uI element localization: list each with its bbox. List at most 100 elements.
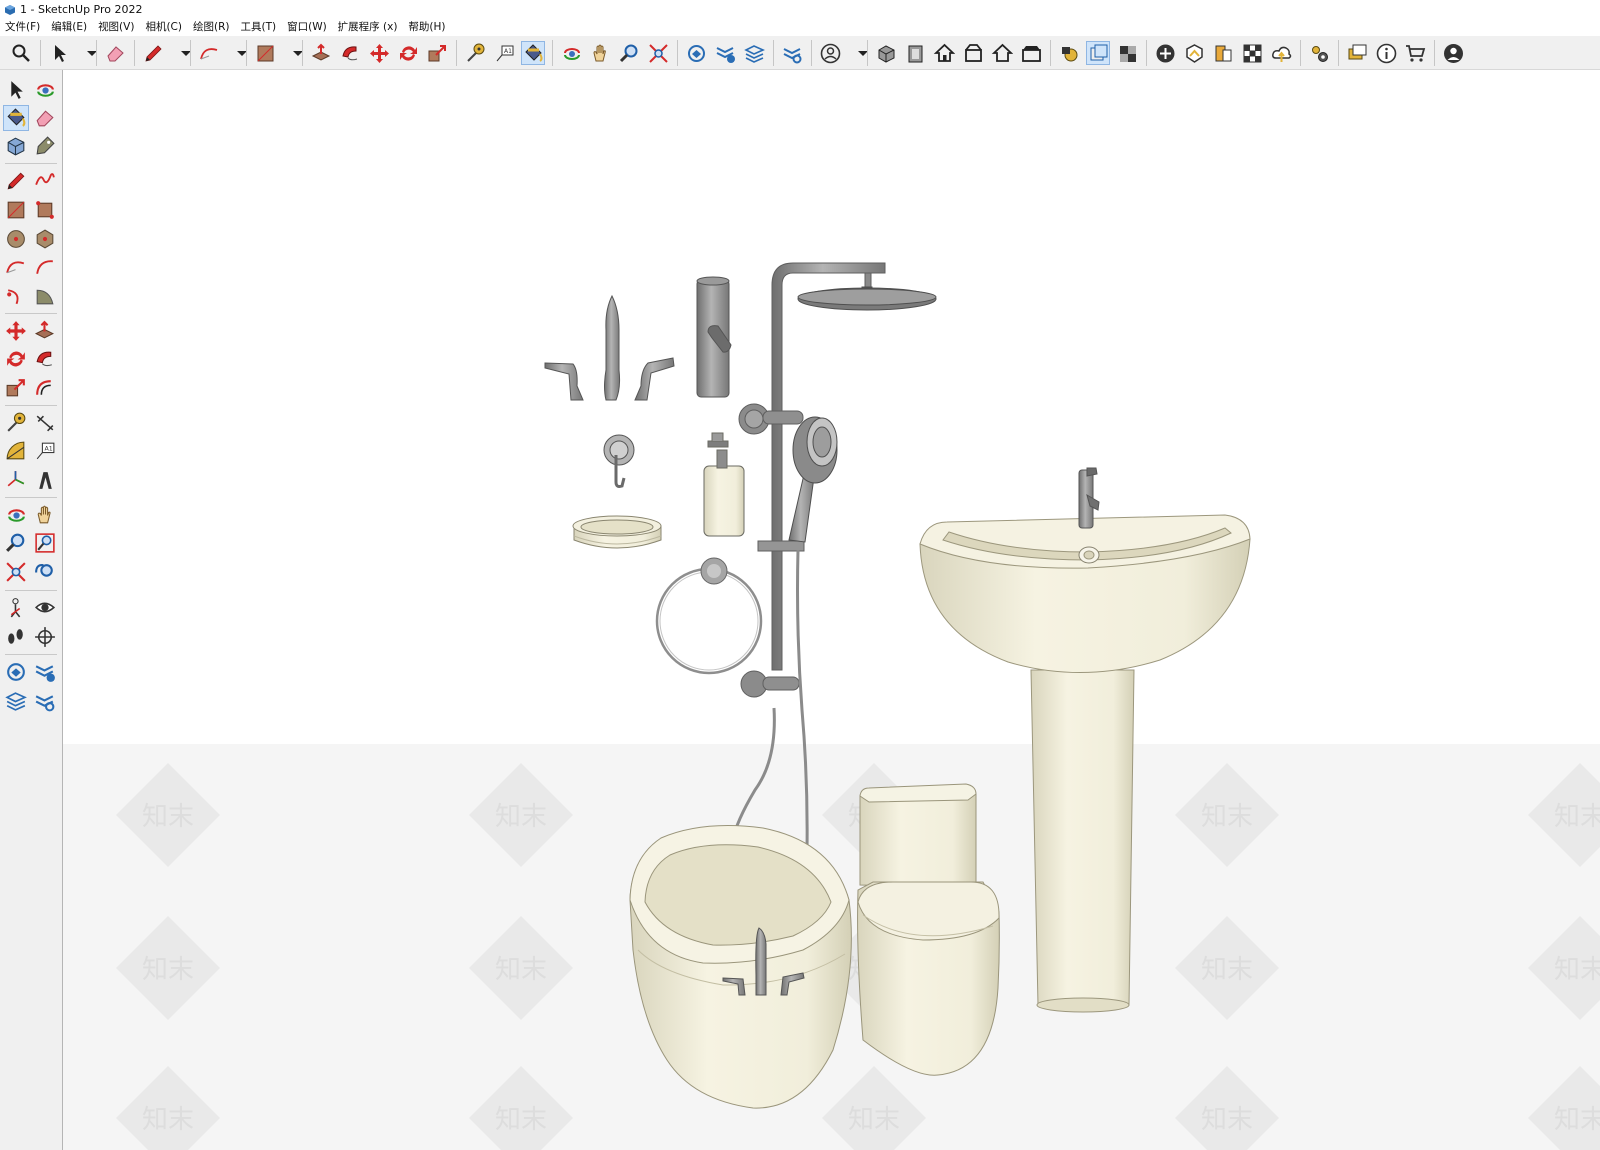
left-make-component-icon[interactable] — [4, 134, 28, 158]
left-extension-warehouse-icon[interactable] — [33, 660, 57, 684]
model-viewport[interactable]: 知末知末知末知末知末知末知末知末知末知末知末知末知末知末知末 — [63, 70, 1600, 1150]
soap-dish[interactable] — [572, 515, 662, 549]
left-eraser-icon[interactable] — [33, 106, 57, 130]
left-offset-icon[interactable] — [33, 376, 57, 400]
left-paint-bucket-icon[interactable] — [3, 105, 29, 131]
iso-view-icon[interactable] — [875, 42, 897, 64]
left-text-icon[interactable]: A1 — [33, 439, 57, 463]
warehouse-icon[interactable] — [685, 42, 707, 64]
left-protractor-icon[interactable] — [4, 439, 28, 463]
left-walk-icon[interactable] — [4, 625, 28, 649]
scene-canvas[interactable]: 知末知末知末知末知末知末知末知末知末知末知末知末知末知末知末 — [63, 70, 1600, 1150]
left-dimension-icon[interactable] — [33, 411, 57, 435]
model-info-icon[interactable] — [1058, 42, 1080, 64]
rotate-icon[interactable] — [397, 42, 419, 64]
menu-draw[interactable]: 绘图(R) — [193, 19, 230, 36]
left-tape-measure-icon[interactable] — [4, 411, 28, 435]
left-push-pull-icon[interactable] — [33, 319, 57, 343]
left-move-icon[interactable] — [4, 319, 28, 343]
eraser-icon[interactable] — [104, 42, 126, 64]
menu-view[interactable]: 视图(V) — [98, 19, 134, 36]
terrain-icon[interactable] — [1183, 42, 1205, 64]
left-freehand-icon[interactable] — [33, 169, 57, 193]
extension-warehouse-icon[interactable] — [714, 42, 736, 64]
rectangle-icon[interactable] — [254, 42, 276, 64]
left-orbit-icon[interactable] — [33, 78, 57, 102]
basin-faucet[interactable] — [696, 276, 732, 398]
menu-file[interactable]: 文件(F) — [5, 19, 40, 36]
left-warehouse-icon[interactable] — [4, 660, 28, 684]
paint-bucket-icon[interactable] — [521, 41, 545, 65]
menu-window[interactable]: 窗口(W) — [287, 19, 327, 36]
search-icon[interactable] — [10, 42, 32, 64]
dropdown-icon[interactable] — [171, 42, 191, 64]
info-icon[interactable] — [1375, 42, 1397, 64]
left-rotated-rectangle-icon[interactable] — [33, 198, 57, 222]
left-two-point-arc-icon[interactable] — [33, 255, 57, 279]
user-profile-icon[interactable] — [1442, 42, 1464, 64]
arc-icon[interactable] — [198, 42, 220, 64]
left-polygon-icon[interactable] — [33, 227, 57, 251]
left-axes-icon[interactable] — [4, 468, 28, 492]
left-section-plane-icon[interactable] — [33, 625, 57, 649]
photo-texture-icon[interactable] — [1212, 42, 1234, 64]
hand-shower[interactable] — [788, 416, 838, 543]
left-pencil-icon[interactable] — [4, 169, 28, 193]
menu-camera[interactable]: 相机(C) — [145, 19, 182, 36]
left-orbit-icon[interactable] — [4, 503, 28, 527]
follow-me-icon[interactable] — [339, 42, 361, 64]
tape-measure-icon[interactable] — [464, 42, 486, 64]
menu-edit[interactable]: 编辑(E) — [51, 19, 87, 36]
menu-extensions[interactable]: 扩展程序 (x) — [338, 19, 398, 36]
top-view-icon[interactable] — [933, 42, 955, 64]
towel-ring[interactable] — [655, 557, 763, 675]
left-view-icon[interactable] — [1020, 42, 1042, 64]
move-icon[interactable] — [368, 42, 390, 64]
left-three-point-arc-icon[interactable] — [4, 284, 28, 308]
zoom-icon[interactable] — [618, 42, 640, 64]
add-location-icon[interactable] — [1154, 42, 1176, 64]
left-tag-icon[interactable] — [33, 134, 57, 158]
zoom-extents-icon[interactable] — [647, 42, 669, 64]
back-view-icon[interactable] — [991, 42, 1013, 64]
account-icon[interactable] — [819, 42, 841, 64]
scale-icon[interactable] — [426, 42, 448, 64]
left-rotate-icon[interactable] — [4, 347, 28, 371]
cloud-icon[interactable] — [1270, 42, 1292, 64]
layout-icon[interactable] — [743, 42, 765, 64]
orbit-icon[interactable] — [560, 42, 582, 64]
soap-dispenser[interactable] — [703, 432, 745, 537]
select-icon[interactable] — [48, 42, 70, 64]
menu-help[interactable]: 帮助(H) — [408, 19, 445, 36]
left-previous-view-icon[interactable] — [33, 560, 57, 584]
right-view-icon[interactable] — [962, 42, 984, 64]
pan-icon[interactable] — [589, 42, 611, 64]
left-zoom-window-icon[interactable] — [33, 531, 57, 555]
chat-icon[interactable] — [1346, 42, 1368, 64]
text-label-icon[interactable]: A1 — [493, 42, 515, 64]
left-zoom-icon[interactable] — [4, 531, 28, 555]
materials-icon[interactable] — [1116, 42, 1138, 64]
left-circle-icon[interactable] — [4, 227, 28, 251]
front-view-icon[interactable] — [904, 42, 926, 64]
robe-hook[interactable] — [603, 434, 635, 488]
extension-manager-icon[interactable] — [781, 42, 803, 64]
left-layout-icon[interactable] — [4, 689, 28, 713]
left-rectangle-icon[interactable] — [4, 198, 28, 222]
dropdown-icon[interactable] — [848, 42, 868, 64]
dropdown-icon[interactable] — [227, 42, 247, 64]
left-pan-icon[interactable] — [33, 503, 57, 527]
checker-icon[interactable] — [1241, 42, 1263, 64]
menu-tools[interactable]: 工具(T) — [240, 19, 276, 36]
left-arc-icon[interactable] — [4, 255, 28, 279]
left-scale-icon[interactable] — [4, 376, 28, 400]
left-select-icon[interactable] — [4, 78, 28, 102]
push-pull-icon[interactable] — [310, 42, 332, 64]
left-3d-text-icon[interactable] — [33, 468, 57, 492]
settings-icon[interactable] — [1308, 42, 1330, 64]
left-follow-me-icon[interactable] — [33, 347, 57, 371]
rain-shower-head[interactable] — [797, 286, 937, 311]
pencil-icon[interactable] — [142, 42, 164, 64]
left-position-camera-icon[interactable] — [4, 596, 28, 620]
left-extension-manager-icon[interactable] — [33, 689, 57, 713]
